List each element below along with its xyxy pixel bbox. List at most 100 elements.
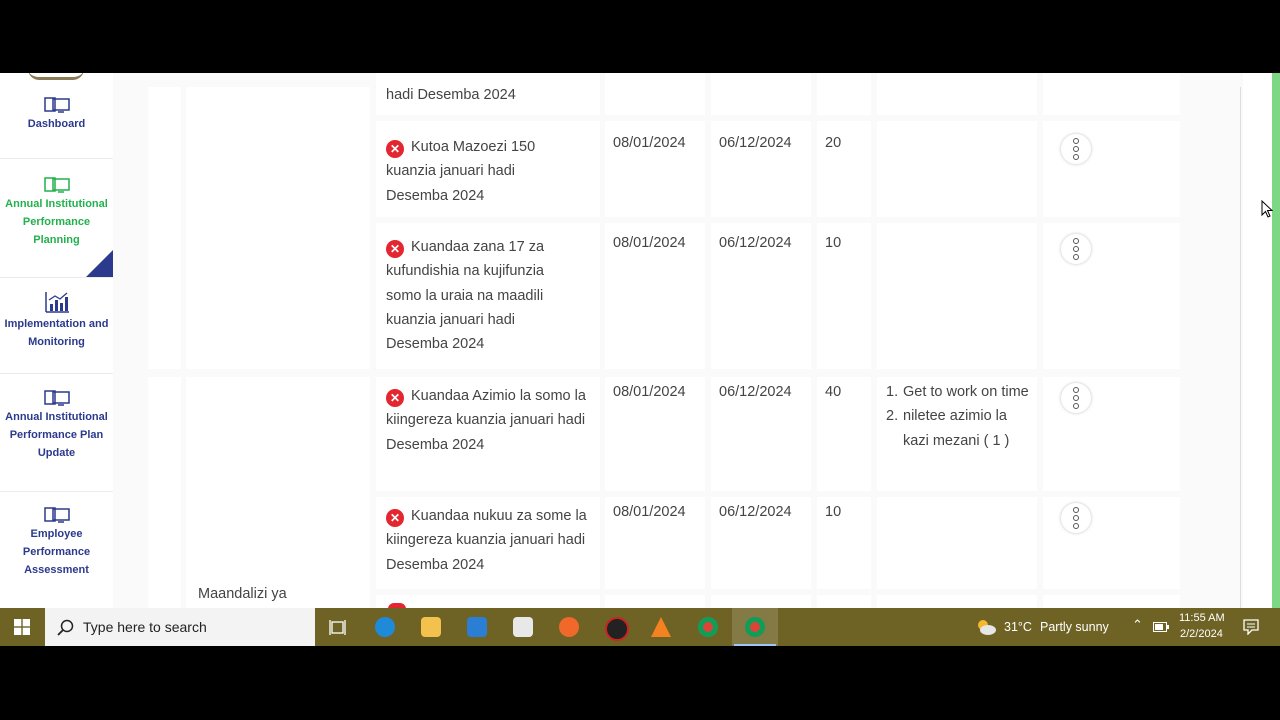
search-placeholder: Type here to search — [83, 619, 207, 635]
target-value: 10 — [825, 235, 842, 251]
taskbar-search[interactable]: Type here to search — [45, 608, 315, 646]
sidebar-item-implementation[interactable]: Implementation and Monitoring — [0, 291, 113, 351]
monitor-icon — [43, 97, 70, 113]
row-menu-button[interactable] — [1061, 383, 1091, 413]
sidebar-item-employee-assessment[interactable]: Employee Performance Assessment — [0, 507, 113, 579]
table-cell — [148, 377, 181, 608]
divider — [0, 373, 113, 374]
divider — [0, 158, 113, 159]
close-circle-icon: ✕ — [386, 509, 404, 527]
sidebar-item-label: Dashboard — [27, 118, 86, 130]
battery-icon[interactable] — [1153, 622, 1169, 632]
logo — [28, 73, 84, 80]
weather-partly-sunny-icon[interactable] — [975, 617, 997, 637]
start-date: 08/01/2024 — [613, 135, 686, 151]
divider — [0, 277, 113, 278]
activity-text: ✕ Kuandaa nukuu za some la kiingereza kua… — [386, 504, 591, 577]
table-cell — [711, 595, 811, 608]
app-window: Dashboard Annual Institutional Performan… — [0, 73, 1280, 608]
row-menu-button[interactable] — [1061, 134, 1091, 164]
start-date: 08/01/2024 — [613, 235, 686, 251]
table-cell — [817, 595, 871, 608]
chrome-icon[interactable] — [745, 617, 765, 637]
table-cell — [1043, 121, 1180, 217]
group-label: Maandalizi ya — [198, 586, 287, 602]
activity-text: ✕ Kutoa Mazoezi 150 kuanzia januari hadi … — [386, 135, 576, 208]
table-cell — [1043, 73, 1180, 115]
close-circle-icon: ✕ — [386, 240, 404, 258]
table-cell — [877, 595, 1037, 608]
table-cell — [877, 73, 1037, 115]
close-circle-icon: ✕ — [386, 140, 404, 158]
windows-start-icon[interactable] — [14, 619, 30, 635]
notifications-icon[interactable] — [1243, 619, 1259, 635]
firefox-icon[interactable] — [559, 617, 579, 637]
taskbar: Type here to search 31°C Partly sunny ⌃ … — [0, 608, 1280, 646]
table-cell — [877, 121, 1037, 217]
file-explorer-icon[interactable] — [421, 617, 441, 637]
row-menu-button[interactable] — [1061, 234, 1091, 264]
monitor-icon — [43, 177, 70, 193]
start-date: 08/01/2024 — [613, 504, 686, 520]
activity-label: Kuandaa zana 17 za kufundishia na kujifu… — [386, 239, 545, 353]
chrome-icon[interactable] — [698, 617, 718, 637]
activity-label: Kuandaa Azimio la somo la kiingereza kua… — [386, 388, 586, 453]
activity-text: ✕ Kuandaa zana 17 za kufundishia na kujif… — [386, 235, 576, 356]
table-cell — [877, 223, 1037, 369]
monitor-icon — [43, 507, 70, 523]
active-indicator — [734, 644, 776, 646]
table-cell — [186, 87, 370, 369]
activity-label: Kuandaa nukuu za some la kiingereza kuan… — [386, 508, 587, 573]
comment-item: 1. Get to work on time — [886, 384, 1029, 400]
app-icon[interactable] — [605, 617, 629, 641]
start-date: 08/01/2024 — [613, 384, 686, 400]
end-date: 06/12/2024 — [719, 235, 792, 251]
divider — [1240, 87, 1241, 608]
mail-icon[interactable] — [467, 617, 487, 637]
bar-chart-icon — [44, 292, 69, 313]
end-date: 06/12/2024 — [719, 384, 792, 400]
activity-text: hadi Desemba 2024 — [386, 87, 516, 103]
activity-label: Kutoa Mazoezi 150 kuanzia januari hadi D… — [386, 139, 536, 204]
comment-text: niletee azimio la kazi mezani ( 1 ) — [903, 408, 1010, 449]
sidebar-item-plan-update[interactable]: Annual Institutional Performance Plan Up… — [0, 390, 113, 462]
sidebar-item-label: Annual Institutional Performance Plan Up… — [5, 411, 108, 459]
table-cell — [605, 595, 705, 608]
end-date: 06/12/2024 — [719, 135, 792, 151]
clock-time[interactable]: 11:55 AM — [1179, 612, 1225, 624]
sidebar-item-label: Annual Institutional Performance Plannin… — [5, 198, 108, 246]
sidebar-item-label: Employee Performance Assessment — [22, 528, 91, 576]
divider — [0, 491, 113, 492]
sidebar-item-label: Implementation and Monitoring — [4, 318, 109, 348]
target-value: 10 — [825, 504, 842, 520]
close-circle-icon: ✕ — [386, 389, 404, 407]
comment-text: Get to work on time — [903, 384, 1029, 400]
target-value: 40 — [825, 384, 842, 400]
vlc-icon[interactable] — [651, 617, 671, 637]
table-cell — [817, 73, 871, 115]
target-value: 20 — [825, 135, 842, 151]
table-cell — [605, 73, 705, 115]
store-icon[interactable] — [513, 617, 533, 637]
table-cell — [711, 73, 811, 115]
chevron-up-icon[interactable]: ⌃ — [1132, 617, 1143, 633]
active-indicator — [85, 250, 113, 278]
weather-description: Partly sunny — [1040, 620, 1109, 634]
sidebar: Dashboard Annual Institutional Performan… — [0, 73, 113, 608]
clock-date[interactable]: 2/2/2024 — [1180, 628, 1223, 640]
table-cell — [376, 595, 600, 608]
comment-item: 2. niletee azimio la kazi mezani ( 1 ) — [886, 408, 1010, 449]
sidebar-item-annual-planning[interactable]: Annual Institutional Performance Plannin… — [0, 177, 113, 249]
edge-browser-icon[interactable] — [375, 617, 395, 637]
comment-list: 1. Get to work on time 2. niletee azimio l… — [886, 380, 1031, 453]
search-icon — [57, 619, 74, 636]
scrollbar-thumb[interactable] — [1272, 73, 1280, 608]
end-date: 06/12/2024 — [719, 504, 792, 520]
weather-temperature: 31°C — [1004, 620, 1032, 634]
task-view-icon[interactable] — [329, 619, 346, 636]
table-cell — [1043, 595, 1180, 608]
table-cell — [186, 377, 370, 608]
sidebar-item-dashboard[interactable]: Dashboard — [0, 97, 113, 133]
row-menu-button[interactable] — [1061, 503, 1091, 533]
activity-text: ✕ Kuandaa Azimio la somo la kiingereza ku… — [386, 384, 591, 457]
